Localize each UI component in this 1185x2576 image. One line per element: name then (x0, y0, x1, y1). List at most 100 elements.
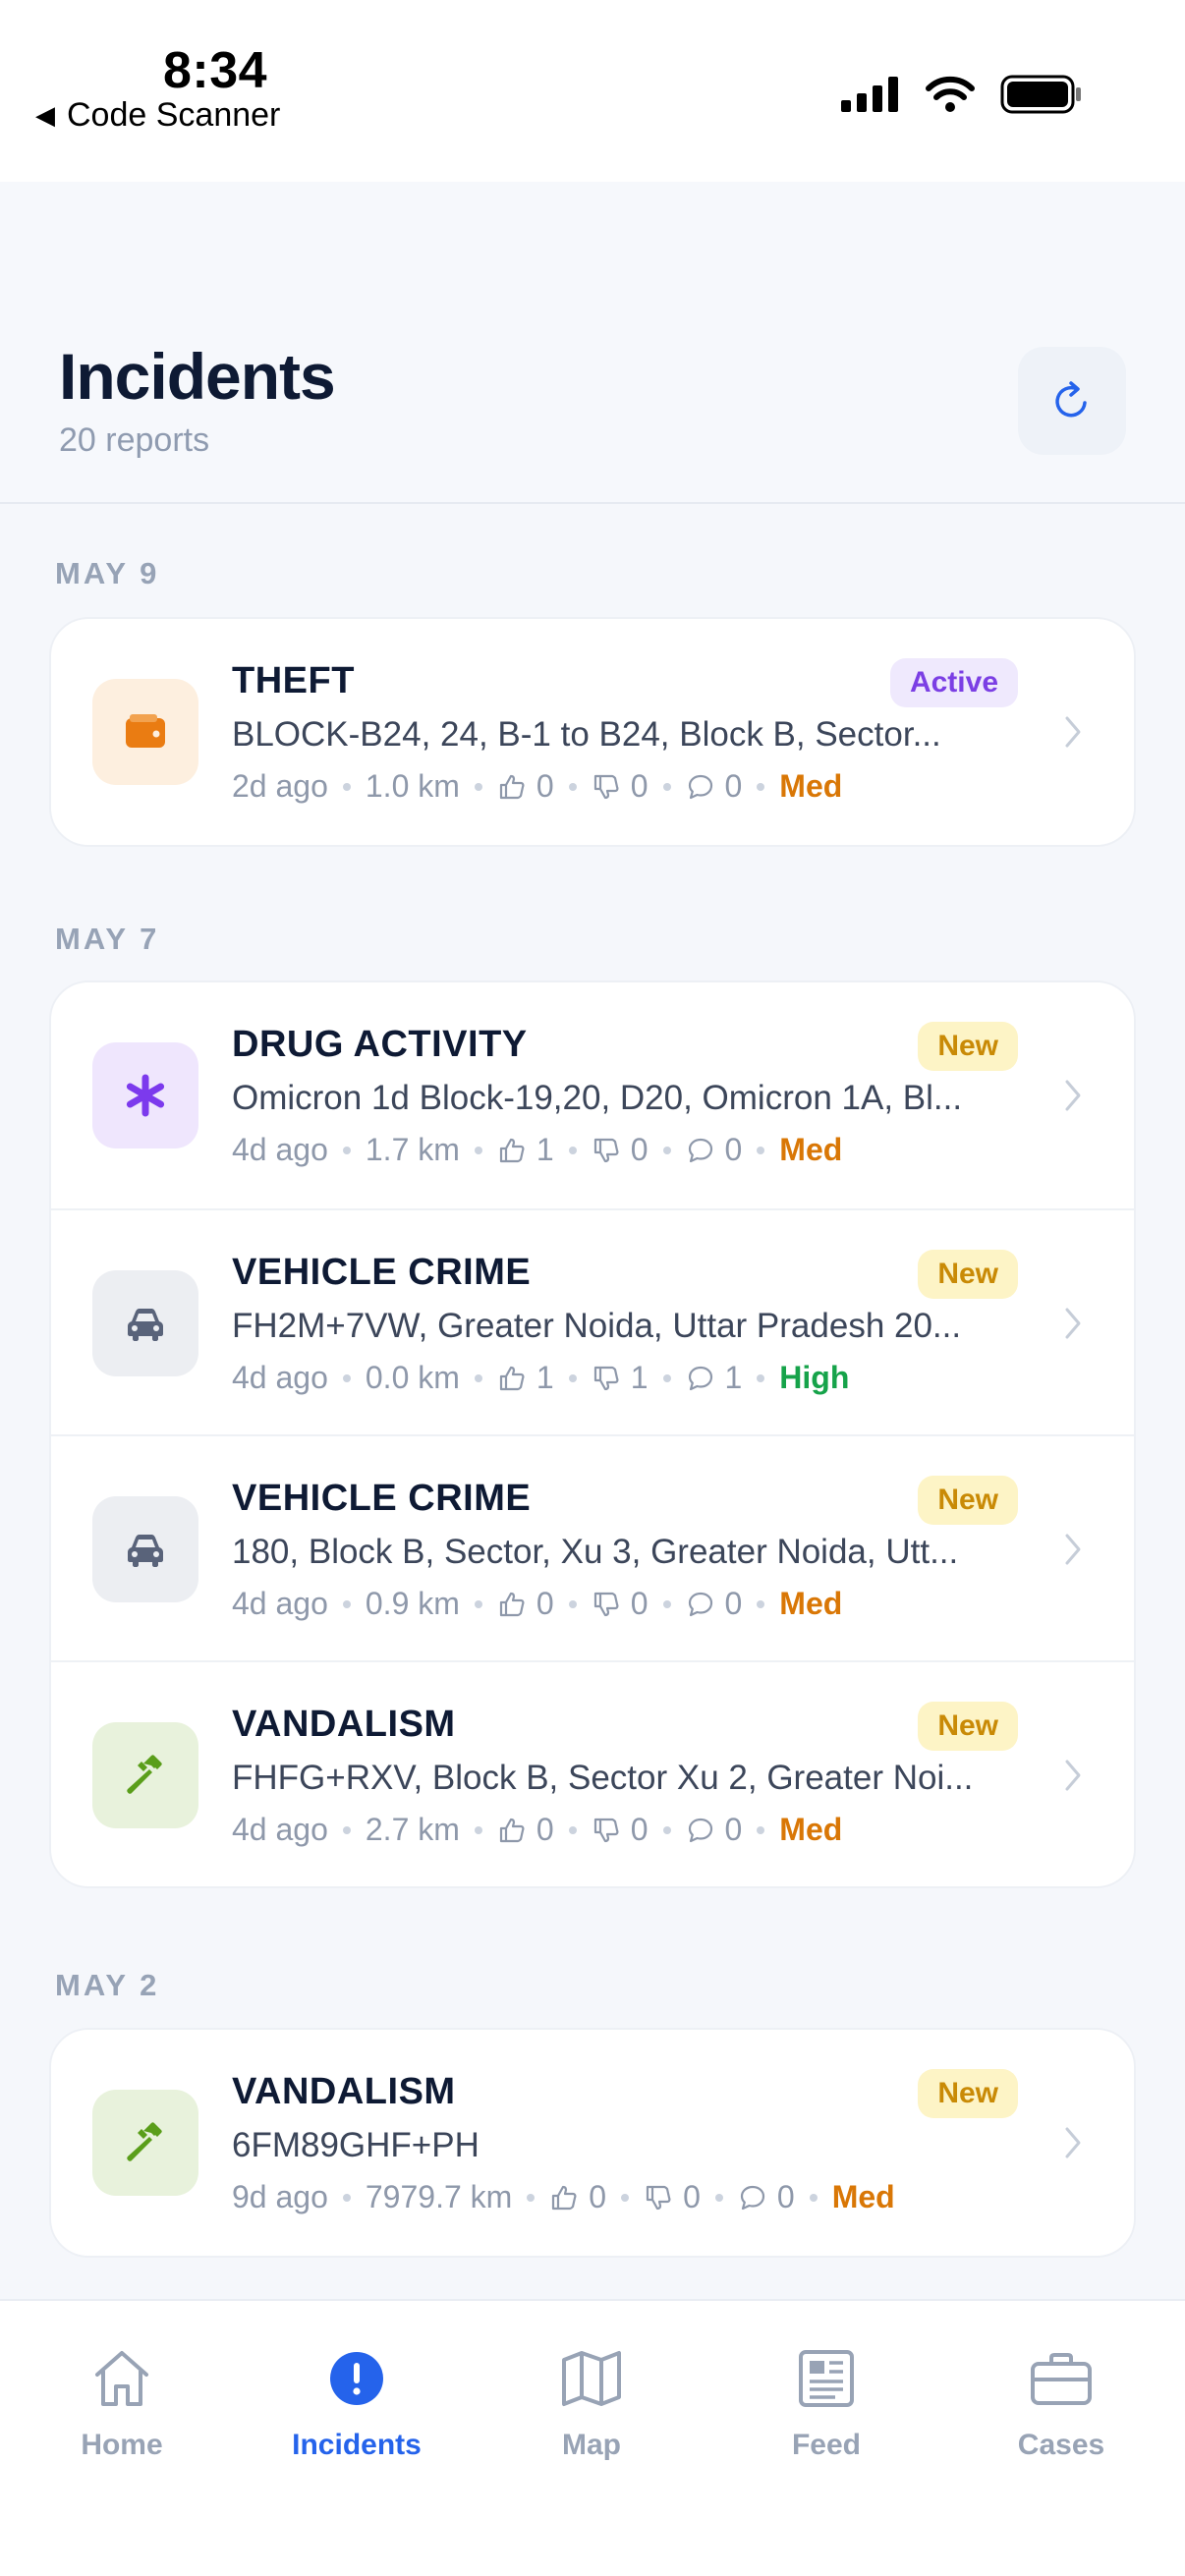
thumbs-up-icon (549, 2183, 579, 2212)
tab-map[interactable]: Map (493, 2344, 690, 2462)
incident-card-group: DRUG ACTIVITY New Omicron 1d Block-19,20… (49, 980, 1136, 1888)
asterisk-icon (126, 1074, 165, 1117)
severity-label: Med (779, 1812, 843, 1847)
tab-label: Feed (791, 2429, 862, 2461)
incident-row[interactable]: THEFT Active BLOCK-B24, 24, B-1 to B24, … (51, 619, 1134, 845)
incident-address: Omicron 1d Block-19,20, D20, Omicron 1A,… (232, 1079, 963, 1117)
thumbs-down-icon (592, 1816, 621, 1845)
status-badge: New (918, 1702, 1018, 1751)
incident-title: VANDALISM (232, 1704, 456, 1745)
incident-meta: 9d ago 7979.7 km 0 0 0 Med (232, 2179, 895, 2215)
section-label-may-7: MAY 7 (55, 922, 160, 956)
wifi-icon (926, 76, 975, 112)
category-tile (92, 1270, 198, 1376)
tab-cases[interactable]: Cases (963, 2344, 1159, 2462)
comment-icon (686, 1136, 715, 1165)
incident-row[interactable]: DRUG ACTIVITY New Omicron 1d Block-19,20… (51, 982, 1134, 1208)
incident-row[interactable]: VANDALISM New 6FM89GHF+PH 9d ago 7979.7 … (51, 2030, 1134, 2256)
comments-count: 0 (724, 1812, 743, 1847)
cellular-signal-icon (841, 77, 898, 112)
back-to-app-button[interactable]: ◀ Code Scanner (35, 96, 280, 135)
comment-icon (686, 1816, 715, 1845)
status-icons (841, 75, 1083, 114)
tab-label: Cases (1017, 2429, 1105, 2461)
category-tile (92, 1496, 198, 1602)
time-ago: 9d ago (232, 2179, 328, 2214)
dislikes-count: 1 (630, 1360, 649, 1395)
incident-meta: 4d ago 0.9 km 0 0 0 Med (232, 1586, 842, 1622)
chevron-right-icon (1065, 1760, 1081, 1791)
tab-feed[interactable]: Feed (728, 2344, 925, 2462)
thumbs-down-icon (592, 1364, 621, 1393)
chevron-right-icon (1065, 1534, 1081, 1565)
category-tile (92, 679, 198, 785)
section-label-may-2: MAY 2 (55, 1968, 160, 2002)
time-ago: 4d ago (232, 1812, 328, 1847)
car-icon (128, 1535, 163, 1567)
back-triangle-icon: ◀ (35, 100, 55, 130)
page-title: Incidents (59, 340, 336, 413)
incident-card-group: THEFT Active BLOCK-B24, 24, B-1 to B24, … (49, 617, 1136, 847)
incident-title: VEHICLE CRIME (232, 1252, 532, 1293)
comments-count: 0 (724, 1132, 743, 1167)
incident-meta: 4d ago 1.7 km 1 0 0 Med (232, 1132, 842, 1168)
status-badge: New (918, 1250, 1018, 1299)
severity-label: Med (831, 2179, 895, 2214)
tab-label: Incidents (292, 2429, 422, 2461)
incident-row[interactable]: VANDALISM New FHFG+RXV, Block B, Sector … (51, 1660, 1134, 1886)
refresh-icon (1055, 381, 1087, 418)
tab-incidents[interactable]: Incidents (258, 2344, 455, 2462)
map-icon (562, 2351, 621, 2406)
comments-count: 1 (724, 1360, 743, 1395)
tab-home[interactable]: Home (24, 2344, 220, 2462)
likes-count: 0 (536, 1812, 554, 1847)
distance: 0.9 km (365, 1586, 460, 1621)
likes-count: 0 (536, 768, 554, 804)
incident-address: FH2M+7VW, Greater Noida, Uttar Pradesh 2… (232, 1307, 962, 1345)
incident-title: VEHICLE CRIME (232, 1478, 532, 1519)
time-ago: 4d ago (232, 1132, 328, 1167)
bottom-tab-bar: Home Incidents Map Feed Cases (0, 2299, 1185, 2576)
tab-label: Map (562, 2429, 621, 2461)
thumbs-up-icon (497, 772, 527, 802)
likes-count: 1 (536, 1132, 554, 1167)
incident-title: THEFT (232, 660, 355, 701)
refresh-button[interactable] (1018, 347, 1126, 455)
dislikes-count: 0 (683, 2179, 701, 2214)
chevron-right-icon (1065, 1080, 1081, 1111)
distance: 7979.7 km (365, 2179, 513, 2214)
dislikes-count: 0 (630, 1812, 649, 1847)
dislikes-count: 0 (630, 1586, 649, 1621)
status-badge: New (918, 2069, 1018, 2118)
severity-label: Med (779, 768, 843, 804)
distance: 1.7 km (365, 1132, 460, 1167)
report-count: 20 reports (59, 421, 210, 459)
severity-label: Med (779, 1132, 843, 1167)
incident-address: BLOCK-B24, 24, B-1 to B24, Block B, Sect… (232, 715, 941, 754)
incident-row[interactable]: VEHICLE CRIME New FH2M+7VW, Greater Noid… (51, 1208, 1134, 1434)
comment-icon (738, 2183, 767, 2212)
thumbs-up-icon (497, 1590, 527, 1619)
page-header: Incidents 20 reports (0, 182, 1185, 504)
thumbs-down-icon (592, 1590, 621, 1619)
incident-address: 6FM89GHF+PH (232, 2126, 480, 2164)
hammer-icon (127, 2122, 162, 2161)
comments-count: 0 (776, 2179, 795, 2214)
incident-meta: 4d ago 2.7 km 0 0 0 Med (232, 1812, 842, 1848)
category-tile (92, 2090, 198, 2196)
incident-row[interactable]: VEHICLE CRIME New 180, Block B, Sector, … (51, 1434, 1134, 1660)
time-ago: 4d ago (232, 1360, 328, 1395)
comment-icon (686, 1364, 715, 1393)
chevron-right-icon (1065, 2127, 1081, 2158)
distance: 2.7 km (365, 1812, 460, 1847)
time-ago: 2d ago (232, 768, 328, 804)
chevron-right-icon (1065, 716, 1081, 748)
tab-label: Home (81, 2429, 163, 2461)
thumbs-up-icon (497, 1816, 527, 1845)
category-tile (92, 1722, 198, 1828)
distance: 1.0 km (365, 768, 460, 804)
category-tile (92, 1042, 198, 1148)
incident-address: FHFG+RXV, Block B, Sector Xu 2, Greater … (232, 1759, 974, 1797)
thumbs-down-icon (644, 2183, 673, 2212)
comment-icon (686, 772, 715, 802)
